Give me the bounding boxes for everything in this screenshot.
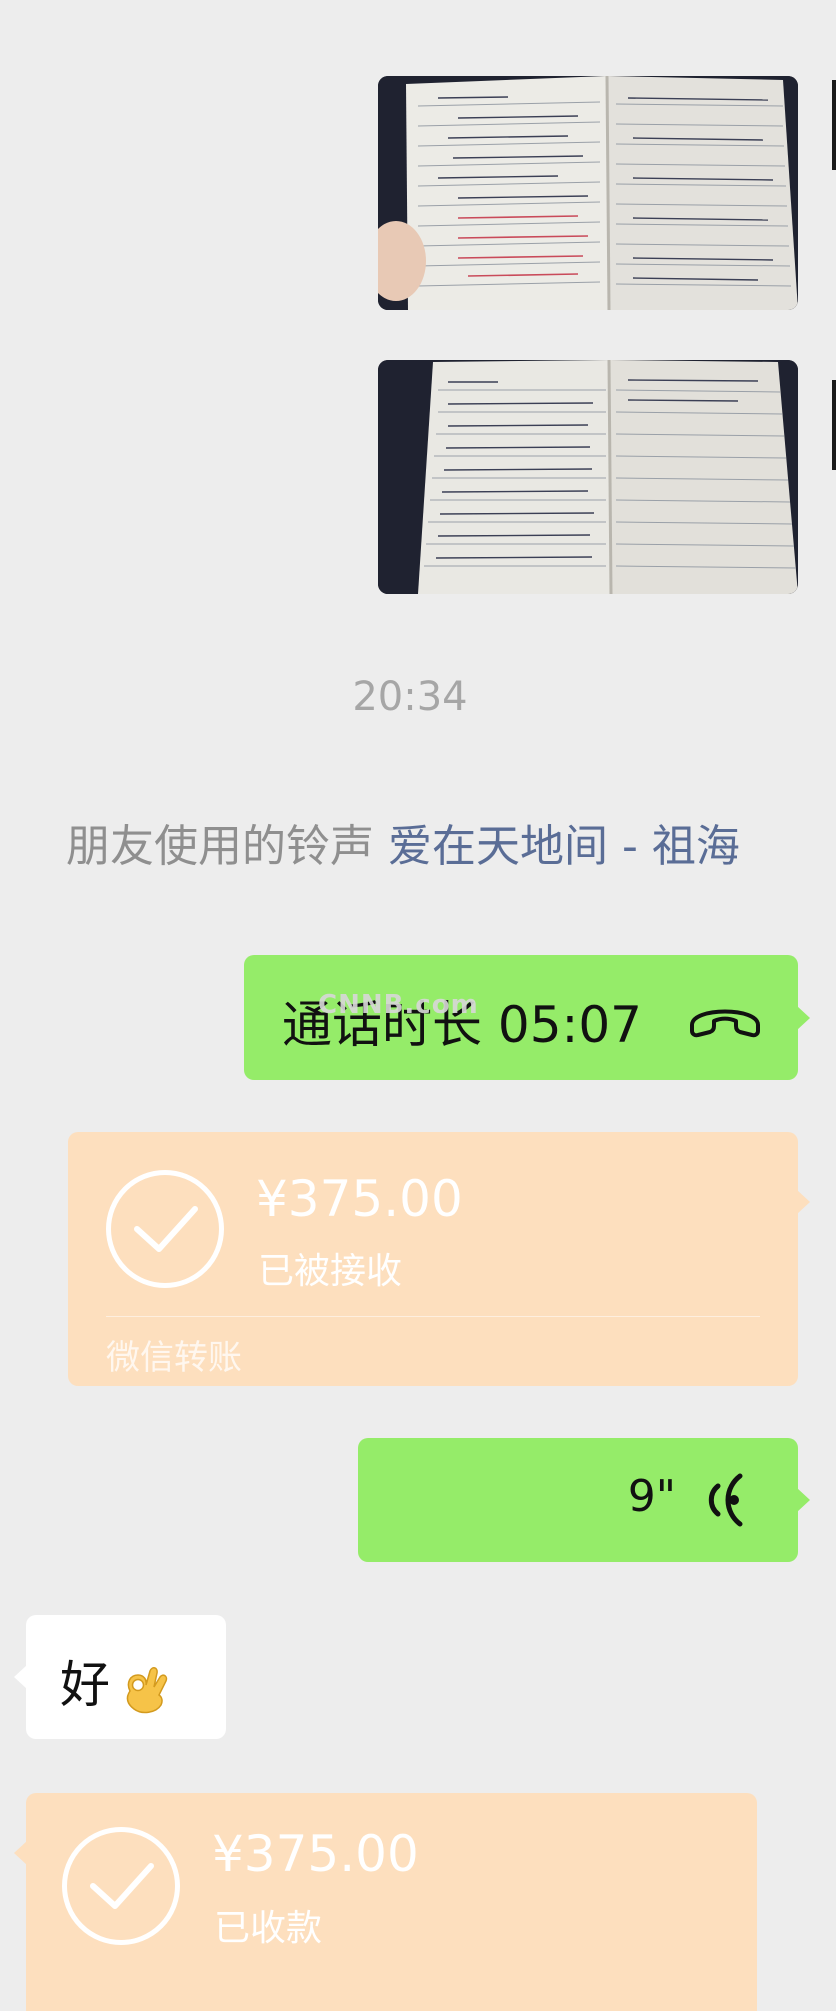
notebook-photo-1 <box>378 76 798 310</box>
hangup-phone-icon <box>690 1009 760 1038</box>
voice-wave-icon <box>708 1473 743 1527</box>
right-edge-sliver <box>832 80 836 170</box>
transfer-status: 已被接收 <box>258 1251 403 1292</box>
text-message-content: 好 <box>60 1645 170 1717</box>
watermark: CNNB.com <box>318 990 479 1020</box>
transfer-amount: ¥375.00 <box>212 1825 419 1883</box>
image-message-notebook-2[interactable] <box>378 360 798 594</box>
voice-duration: 9" <box>627 1471 676 1522</box>
image-message-notebook-1[interactable] <box>378 76 798 310</box>
ok-hand-emoji <box>126 1666 168 1713</box>
transfer-card-received[interactable]: ¥375.00 已收款 <box>14 1793 757 2011</box>
check-icon <box>106 1170 224 1288</box>
text-message-text: 好 <box>60 1656 110 1714</box>
voice-message[interactable]: 9" <box>358 1438 810 1562</box>
notebook-photo-2 <box>378 360 798 594</box>
transfer-divider <box>106 1316 760 1317</box>
ringtone-notice: 朋友使用的铃声 爱在天地间 - 祖海 <box>66 810 740 874</box>
check-icon <box>62 1827 180 1945</box>
text-message-received[interactable]: 好 <box>14 1615 226 1739</box>
right-edge-sliver <box>832 380 836 470</box>
transfer-amount: ¥375.00 <box>256 1170 463 1228</box>
transfer-label: 微信转账 <box>106 1338 242 1378</box>
ringtone-prefix: 朋友使用的铃声 <box>66 821 388 872</box>
ringtone-song-link[interactable]: 爱在天地间 - 祖海 <box>388 821 740 872</box>
transfer-card-sent[interactable]: ¥375.00 已被接收 微信转账 <box>68 1132 810 1386</box>
chat-timestamp: 20:34 <box>352 674 468 720</box>
transfer-status: 已收款 <box>214 1908 323 1949</box>
